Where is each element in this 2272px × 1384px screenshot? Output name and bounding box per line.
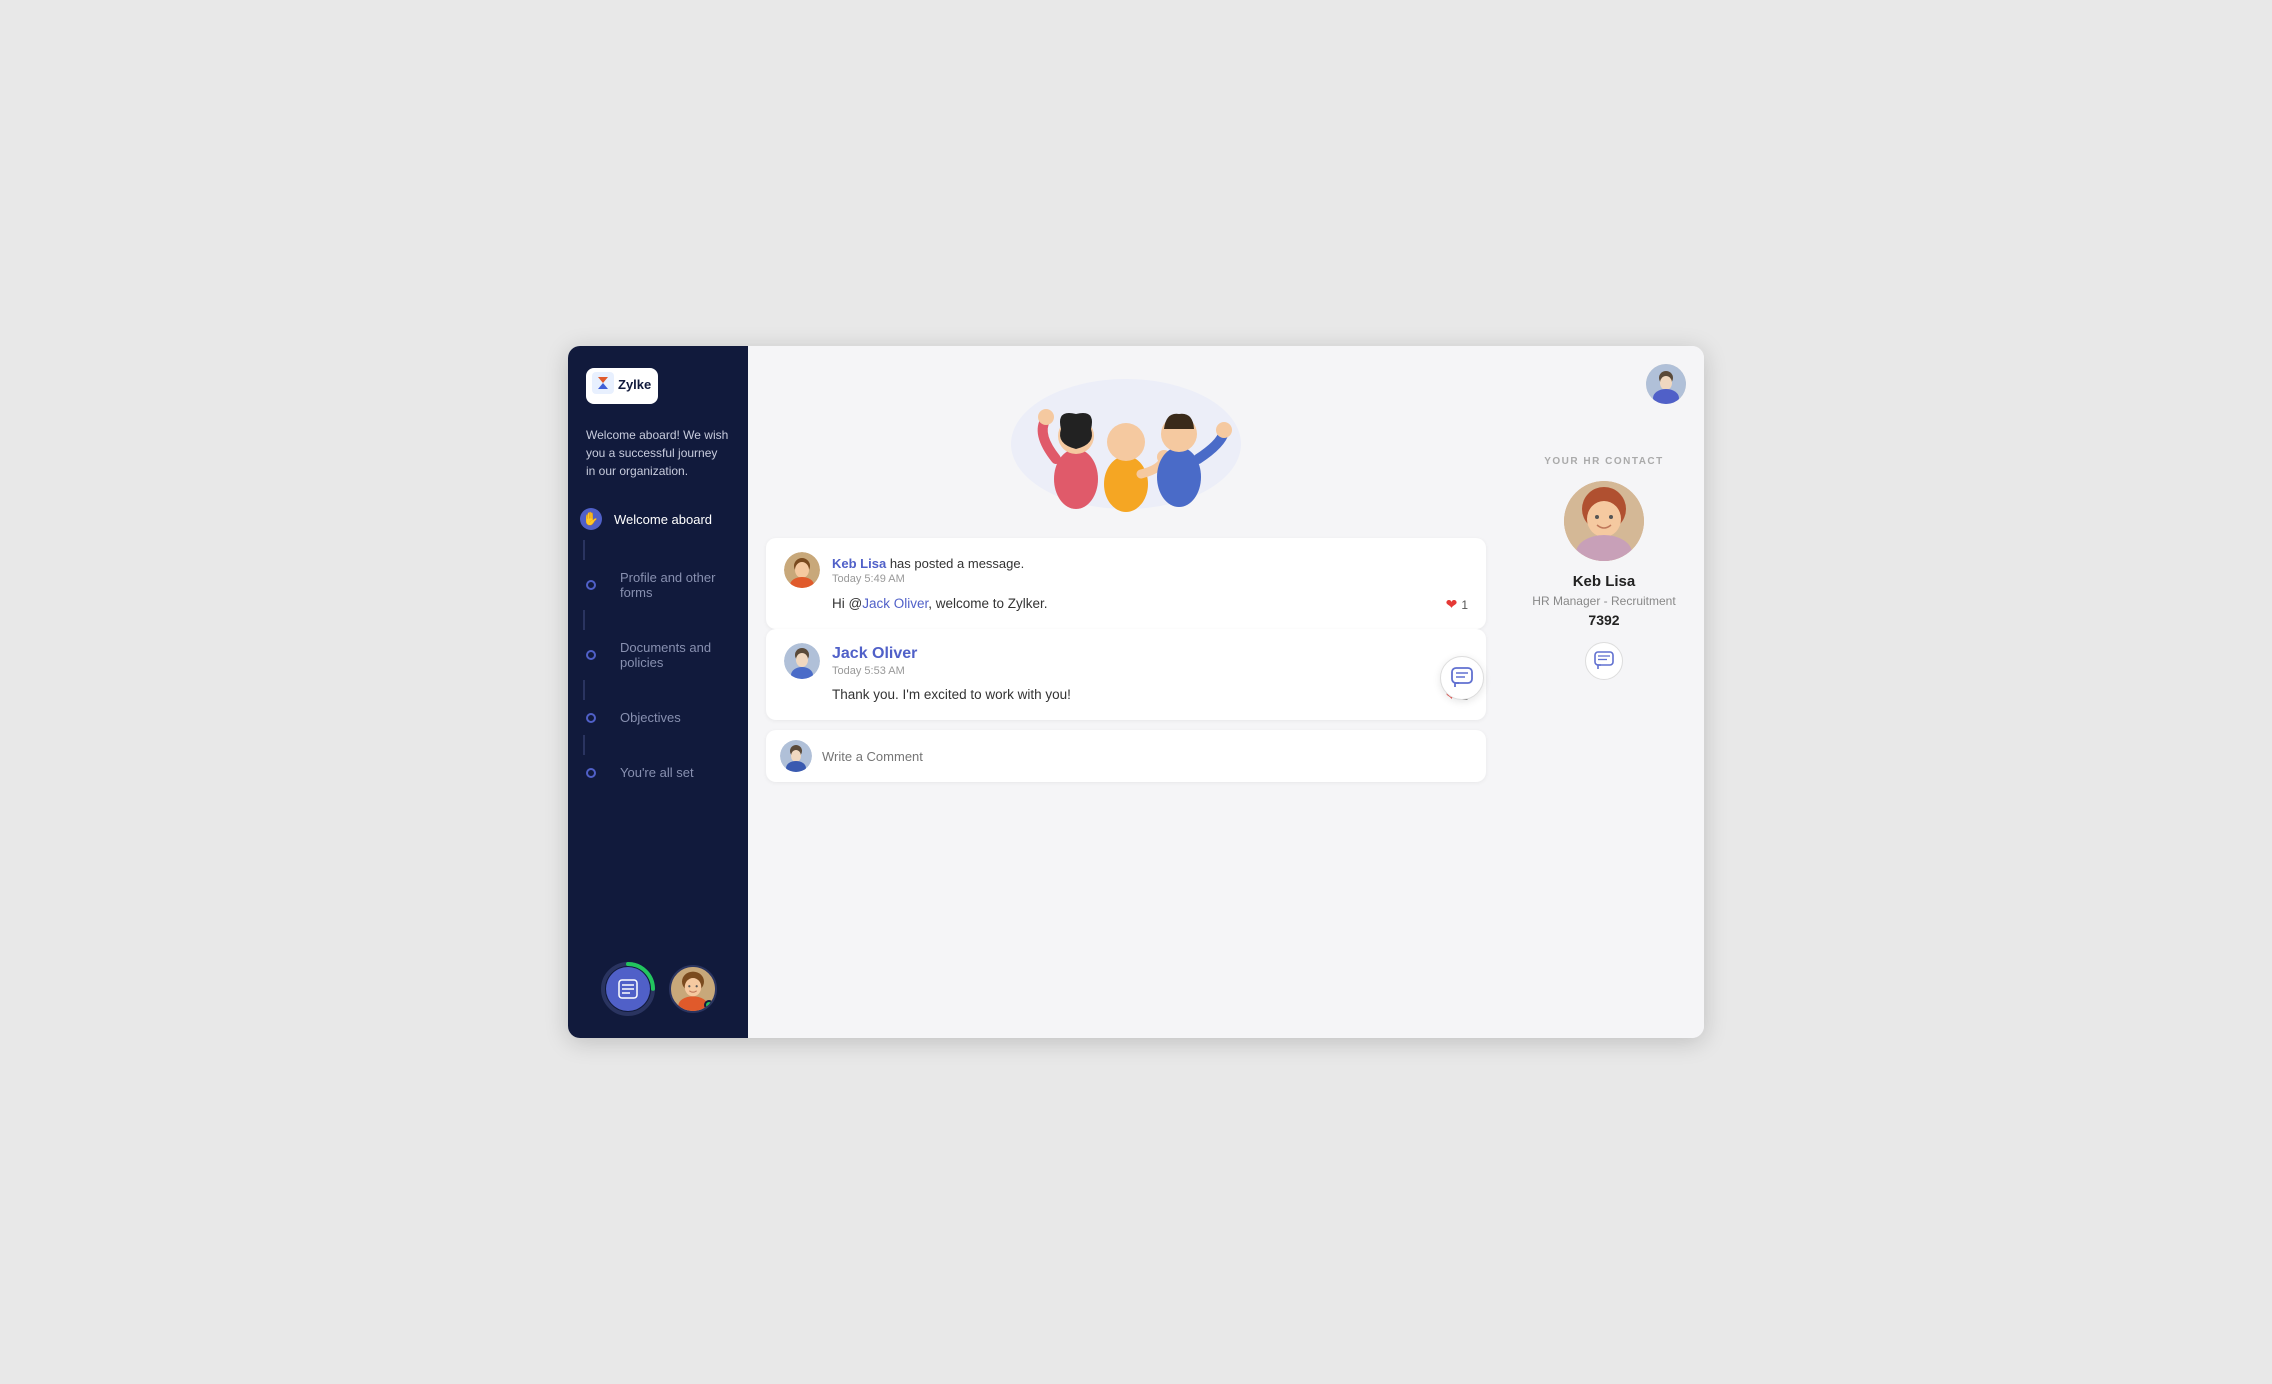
sidebar-user-avatar: [669, 965, 717, 1013]
hero-illustration: [766, 364, 1486, 524]
top-right-avatar[interactable]: [1646, 364, 1686, 404]
msg-avatar-jack: [784, 643, 820, 679]
hr-contact-section: YOUR HR CONTACT Keb Lisa: [1532, 456, 1675, 680]
msg-action-1: has posted a message.: [890, 556, 1024, 571]
mention-jack[interactable]: Jack Oliver: [862, 596, 928, 611]
sidebar-item-documents[interactable]: Documents and policies: [568, 630, 748, 680]
msg-time-2: Today 5:53 AM: [832, 665, 917, 677]
msg-likes-1[interactable]: ❤ 1: [1446, 594, 1468, 615]
sidebar-item-objectives[interactable]: Objectives: [568, 700, 748, 735]
logo-box: Zylker: [586, 368, 658, 404]
main-area: Keb Lisa has posted a message. Today 5:4…: [748, 346, 1504, 1038]
msg-body-2: Thank you. I'm excited to work with you!…: [784, 685, 1468, 706]
chat-float-button[interactable]: [1440, 656, 1484, 700]
message-card-1: Keb Lisa has posted a message. Today 5:4…: [766, 538, 1486, 629]
msg-author-keb-link[interactable]: Keb Lisa: [832, 556, 886, 571]
nav-dot-documents: [586, 650, 596, 660]
msg-meta-1: Keb Lisa has posted a message. Today 5:4…: [832, 556, 1024, 585]
sidebar-tagline: Welcome aboard! We wish you a successful…: [568, 426, 748, 498]
sidebar-item-profile[interactable]: Profile and other forms: [568, 560, 748, 610]
nav-label-profile: Profile and other forms: [620, 570, 736, 600]
message-card-2: Jack Oliver Today 5:53 AM Thank you. I'm…: [766, 629, 1486, 720]
hr-chat-button[interactable]: [1585, 642, 1623, 680]
like-count-1: 1: [1461, 596, 1468, 614]
msg-text-1: Hi @Jack Oliver, welcome to Zylker.: [832, 594, 1048, 614]
sidebar: Zylker Welcome aboard! We wish you a suc…: [568, 346, 748, 1038]
msg-author-jack-link[interactable]: Jack Oliver: [832, 645, 917, 663]
msg-author-line-1: Keb Lisa has posted a message.: [832, 556, 1024, 571]
sidebar-item-welcome[interactable]: ✋ Welcome aboard: [568, 498, 748, 540]
comment-input-row: [766, 730, 1486, 782]
msg-header-2: Jack Oliver Today 5:53 AM: [784, 643, 1468, 679]
hr-extension: 7392: [1588, 612, 1619, 628]
msg-avatar-keb: [784, 552, 820, 588]
nav-label-welcome: Welcome aboard: [614, 512, 712, 527]
nav-dot-profile: [586, 580, 596, 590]
right-panel: YOUR HR CONTACT Keb Lisa: [1504, 346, 1704, 1038]
msg-body-1: Hi @Jack Oliver, welcome to Zylker. ❤ 1: [784, 594, 1468, 615]
sidebar-bottom: [568, 948, 748, 1018]
nav-dot-welcome: ✋: [580, 508, 602, 530]
nav-list: ✋ Welcome aboard Profile and other forms…: [568, 498, 748, 948]
heart-icon-1: ❤: [1446, 594, 1458, 615]
nav-dot-allset: [586, 768, 596, 778]
msg-text-2: Thank you. I'm excited to work with you!: [832, 685, 1071, 705]
hr-avatar: [1564, 481, 1644, 561]
hr-name: Keb Lisa: [1573, 573, 1636, 590]
online-indicator: [704, 1000, 714, 1010]
comment-user-avatar: [780, 740, 812, 772]
svg-text:Zylker: Zylker: [618, 377, 652, 392]
app-frame: Zylker Welcome aboard! We wish you a suc…: [568, 346, 1704, 1038]
sidebar-item-allset[interactable]: You're all set: [568, 755, 748, 790]
msg-meta-2: Jack Oliver Today 5:53 AM: [832, 645, 917, 677]
nav-dot-objectives: [586, 713, 596, 723]
msg-time-1: Today 5:49 AM: [832, 573, 1024, 585]
hr-title: HR Manager - Recruitment: [1532, 594, 1675, 608]
logo-area: Zylker: [568, 368, 748, 426]
progress-ring: [599, 960, 657, 1018]
hand-icon: ✋: [583, 511, 599, 527]
comment-input-field[interactable]: [822, 749, 1472, 764]
nav-label-objectives: Objectives: [620, 710, 681, 725]
nav-label-allset: You're all set: [620, 765, 694, 780]
progress-icon: [606, 967, 650, 1011]
msg-header-1: Keb Lisa has posted a message. Today 5:4…: [784, 552, 1468, 588]
nav-label-documents: Documents and policies: [620, 640, 736, 670]
hr-section-label: YOUR HR CONTACT: [1544, 456, 1664, 467]
